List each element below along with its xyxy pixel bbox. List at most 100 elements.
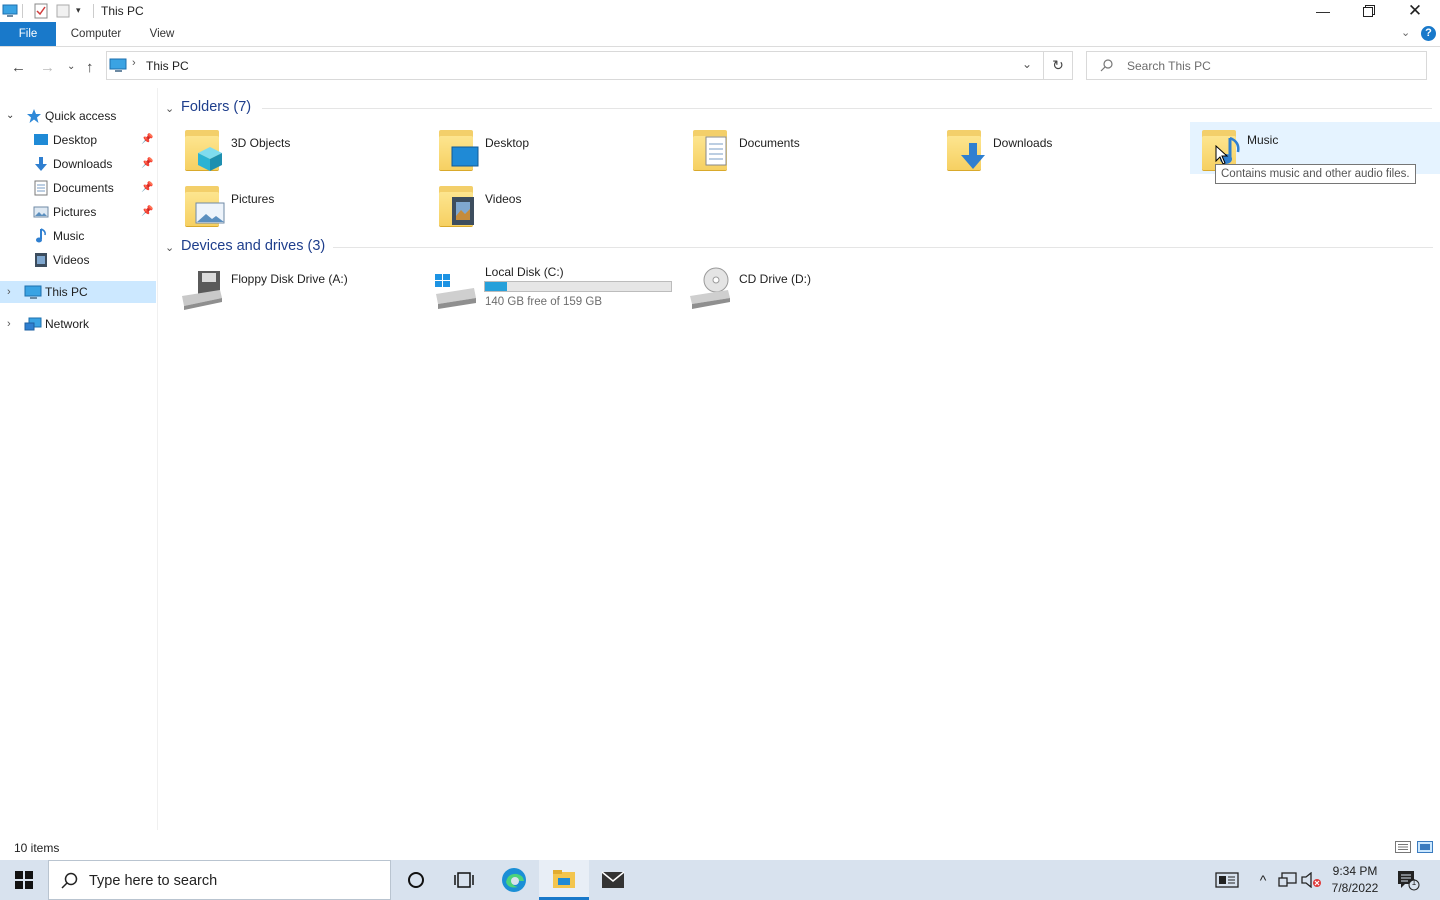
breadcrumb-this-pc[interactable]: This PC [146,59,189,73]
task-view-icon[interactable] [451,868,477,892]
desktop-folder-icon [439,126,479,174]
folder-tile-3d-objects[interactable]: 3D Objects [185,126,435,180]
search-box[interactable]: Search This PC [1086,51,1427,80]
folders-collapse-chevron-icon[interactable]: ⌄ [165,102,174,115]
nav-item-documents[interactable]: Documents 📌 [0,177,157,199]
expand-chevron-icon[interactable]: › [7,313,11,335]
details-view-icon[interactable] [1395,841,1411,856]
file-explorer-taskbar-button[interactable] [539,860,589,900]
close-button[interactable]: ✕ [1392,0,1438,22]
pin-icon[interactable]: 📌 [141,153,153,175]
action-center-icon[interactable]: 1 [1395,868,1421,892]
floppy-drive-icon [182,271,222,310]
folder-tile-videos[interactable]: Videos [439,182,689,236]
navigation-pane: ⌄ Quick access Desktop 📌 Downloads 📌 Doc… [0,100,157,830]
folder-label: Videos [485,192,522,206]
restore-button[interactable] [1346,0,1392,22]
documents-folder-icon [693,126,733,174]
mail-icon[interactable] [600,868,626,892]
desktop-icon [33,132,49,148]
up-arrow-icon[interactable]: ↑ [86,59,94,76]
drive-label: Floppy Disk Drive (A:) [231,272,348,286]
drives-collapse-chevron-icon[interactable]: ⌄ [165,241,174,254]
expand-chevron-icon[interactable]: › [7,281,11,303]
expand-ribbon-icon[interactable]: ⌄ [1401,26,1410,39]
back-arrow-icon[interactable]: ← [11,59,26,76]
status-item-count: 10 items [14,841,60,855]
customize-qa-dropdown-icon[interactable]: ▾ [76,5,86,21]
recent-locations-icon[interactable]: ⌄ [67,61,75,72]
drives-group-header[interactable]: Devices and drives (3) [181,238,325,254]
nav-item-videos[interactable]: Videos [0,249,157,271]
breadcrumb-chevron-icon[interactable]: › [132,57,136,69]
cortana-icon[interactable] [403,868,429,892]
refresh-icon: ↻ [1052,57,1064,73]
this-pc-window-icon [2,3,18,19]
minimize-icon: — [1316,3,1330,19]
clock-time[interactable]: 9:34 PM [1326,864,1384,878]
drive-label: CD Drive (D:) [739,272,811,286]
documents-icon [33,180,49,196]
group-divider [262,108,1432,109]
start-windows-icon[interactable] [11,868,37,892]
address-bar[interactable]: › This PC ⌄ [106,51,1044,80]
taskbar-search-box[interactable]: Type here to search [48,860,391,900]
folder-tile-documents[interactable]: Documents [693,126,943,180]
large-icons-view-icon[interactable] [1417,841,1433,856]
folder-tile-desktop[interactable]: Desktop [439,126,689,180]
drive-usage-bar [484,281,672,292]
refresh-button[interactable]: ↻ [1044,51,1073,80]
show-hidden-icons-chevron-icon[interactable]: ^ [1250,868,1276,892]
keyboard-layout-icon[interactable] [1214,868,1240,892]
tab-file[interactable]: File [0,22,56,46]
qa-divider [93,4,94,18]
nav-item-desktop[interactable]: Desktop 📌 [0,129,157,151]
window-title: This PC [101,4,144,18]
folders-group-header[interactable]: Folders (7) [181,99,251,115]
nav-item-downloads[interactable]: Downloads 📌 [0,153,157,175]
3d-objects-folder-icon [185,126,225,174]
drive-tile-cd[interactable]: CD Drive (D:) [688,264,938,318]
nav-item-this-pc[interactable]: › This PC [0,281,156,303]
folder-label: Documents [739,136,800,150]
collapse-chevron-icon[interactable]: ⌄ [6,105,14,127]
pin-icon[interactable]: 📌 [141,201,153,223]
minimize-button[interactable]: — [1300,0,1346,22]
local-disk-icon [435,274,476,309]
drive-tile-floppy[interactable]: Floppy Disk Drive (A:) [180,264,430,318]
nav-item-network[interactable]: › Network [0,313,157,335]
pin-icon[interactable]: 📌 [141,129,153,151]
taskbar: Type here to search ^ 9:34 PM 7/8/2022 1 [0,860,1440,900]
new-folder-icon[interactable] [55,3,71,19]
nav-quick-access[interactable]: ⌄ Quick access [0,105,157,127]
nav-item-pictures[interactable]: Pictures 📌 [0,201,157,223]
tab-computer[interactable]: Computer [62,22,130,46]
qa-divider [22,4,23,18]
taskbar-search-placeholder: Type here to search [89,873,218,889]
pictures-icon [33,204,49,220]
title-bar: ▾ This PC — ✕ [0,0,1440,22]
this-pc-icon [24,284,42,300]
folder-label: Pictures [231,192,275,206]
clock-date[interactable]: 7/8/2022 [1326,881,1384,895]
forward-arrow-icon[interactable]: → [40,59,55,76]
ribbon-tabs: File Computer View ⌄ ? [0,22,1440,47]
folder-label: Desktop [485,136,530,150]
folder-tile-downloads[interactable]: Downloads [947,126,1197,180]
volume-muted-icon[interactable] [1298,868,1324,892]
edge-browser-icon[interactable] [501,868,527,892]
folder-tile-pictures[interactable]: Pictures [185,182,435,236]
pin-icon[interactable]: 📌 [141,177,153,199]
nav-item-music[interactable]: Music [0,225,157,247]
nav-item-label: This PC [45,285,88,299]
music-tooltip: Contains music and other audio files. [1215,164,1416,184]
close-icon: ✕ [1407,1,1423,20]
help-icon[interactable]: ? [1421,26,1436,41]
properties-icon[interactable] [33,3,49,19]
tab-view[interactable]: View [140,22,184,46]
videos-icon [33,252,49,268]
drive-tile-local-disk[interactable]: Local Disk (C:) 140 GB free of 159 GB [434,262,694,316]
address-dropdown-icon[interactable]: ⌄ [1022,57,1032,71]
search-icon [61,872,78,889]
nav-item-label: Videos [53,253,90,267]
